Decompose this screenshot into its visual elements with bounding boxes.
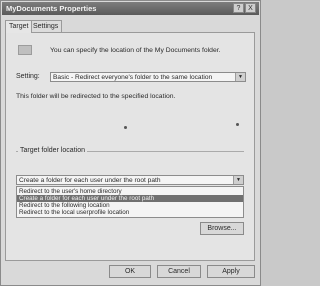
window-title: MyDocuments Properties <box>6 4 97 13</box>
option-local-userprofile[interactable]: Redirect to the local userprofile locati… <box>17 209 243 216</box>
tab-settings[interactable]: Settings <box>29 20 63 32</box>
chevron-down-icon[interactable]: ▼ <box>233 176 243 184</box>
ok-button[interactable]: OK <box>109 265 151 278</box>
target-location-options: Redirect to the user's home directory Cr… <box>16 186 244 218</box>
target-group-label: Target folder location <box>18 147 87 154</box>
title-bar[interactable]: MyDocuments Properties ? X <box>2 2 259 15</box>
apply-button[interactable]: Apply <box>207 265 255 278</box>
folder-icon <box>18 45 32 55</box>
option-following-location[interactable]: Redirect to the following location <box>17 202 243 209</box>
decorative-dot-icon <box>236 123 239 126</box>
tab-target[interactable]: Target <box>5 20 33 33</box>
chevron-down-icon[interactable]: ▼ <box>235 73 245 81</box>
decorative-dot-icon <box>124 126 127 129</box>
option-home-directory[interactable]: Redirect to the user's home directory <box>17 188 243 195</box>
close-button[interactable]: X <box>245 3 256 13</box>
redirect-note: This folder will be redirected to the sp… <box>16 93 176 100</box>
option-folder-per-user[interactable]: Create a folder for each user under the … <box>17 195 243 202</box>
help-button[interactable]: ? <box>233 3 244 13</box>
setting-value: Basic - Redirect everyone's folder to th… <box>53 74 213 81</box>
browse-button[interactable]: Browse... <box>200 222 244 235</box>
cancel-button[interactable]: Cancel <box>157 265 201 278</box>
target-panel: You can specify the location of the My D… <box>5 32 255 261</box>
target-location-value: Create a folder for each user under the … <box>19 177 161 184</box>
setting-dropdown[interactable]: Basic - Redirect everyone's folder to th… <box>50 72 246 82</box>
intro-text: You can specify the location of the My D… <box>50 47 221 54</box>
properties-dialog: MyDocuments Properties ? X Target Settin… <box>0 0 261 286</box>
target-location-dropdown[interactable]: Create a folder for each user under the … <box>16 175 244 185</box>
setting-label: Setting: <box>16 73 40 80</box>
